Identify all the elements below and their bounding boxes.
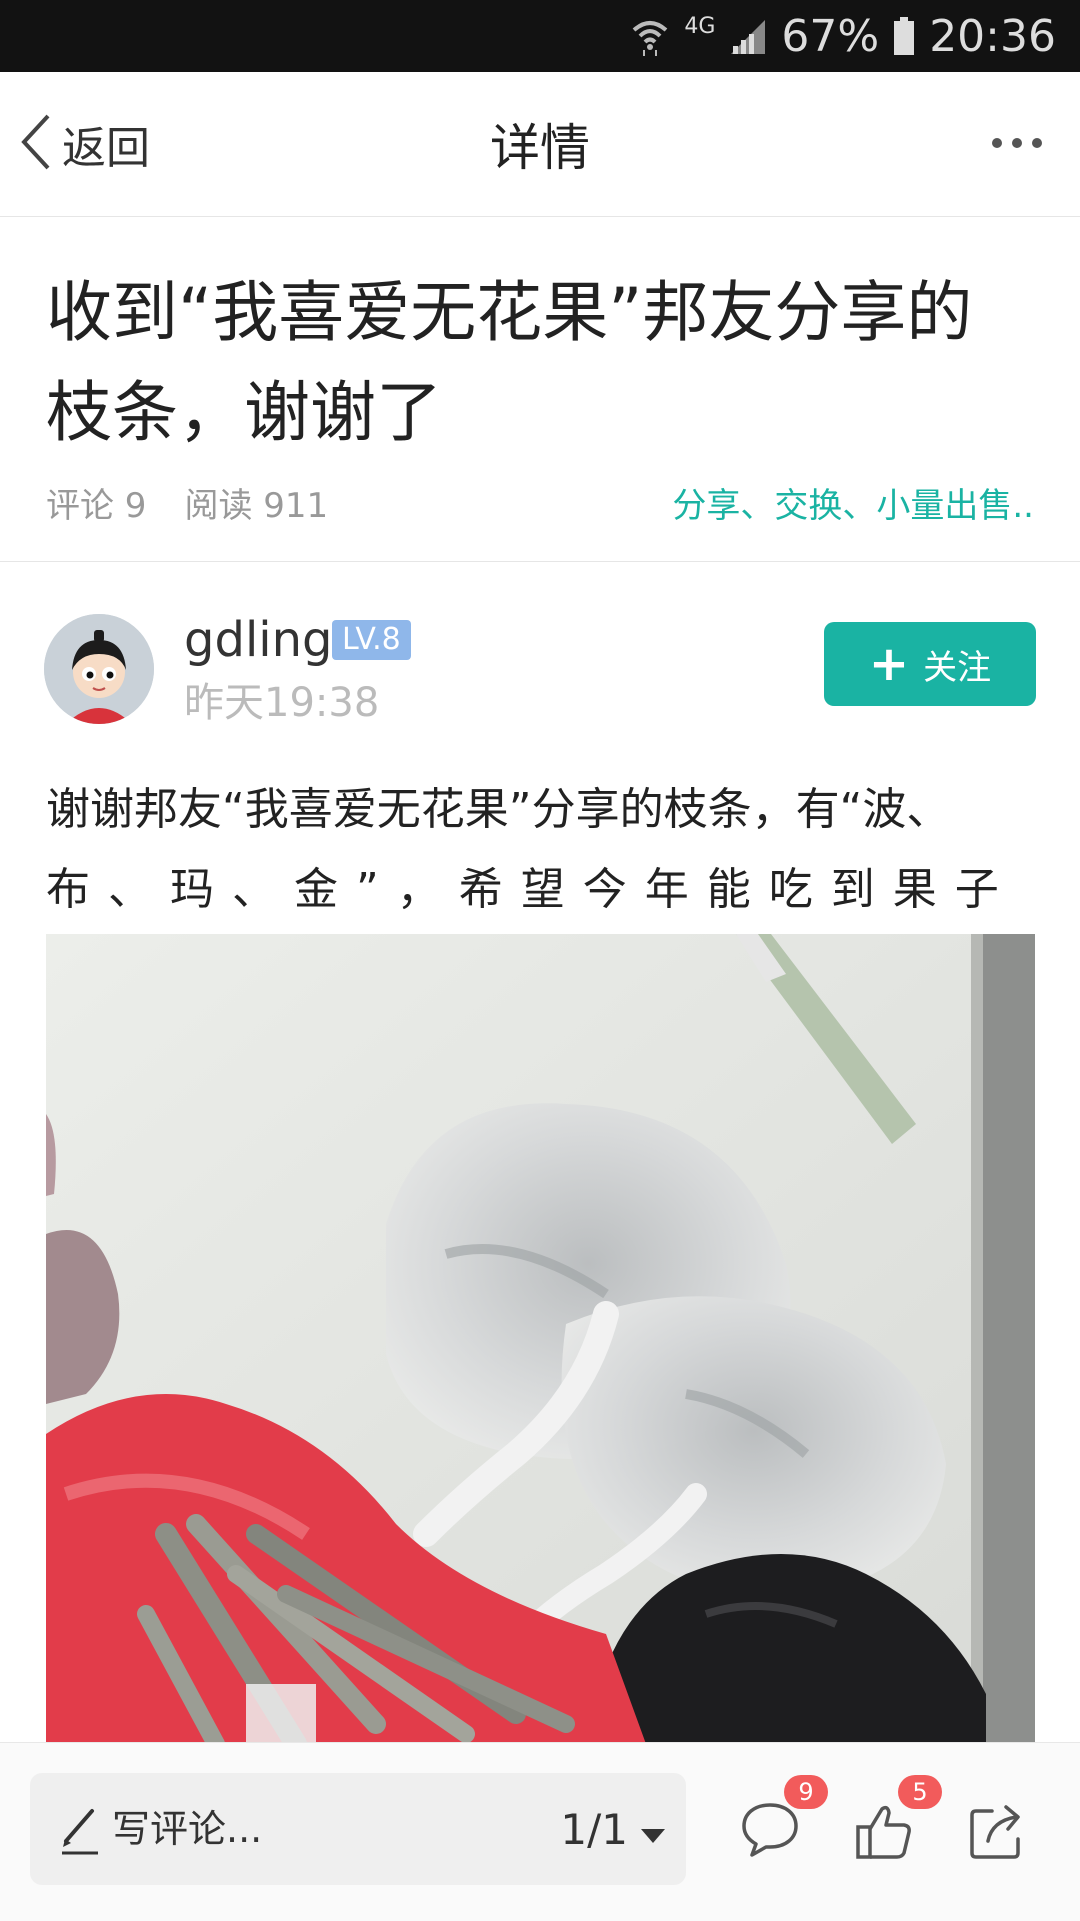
- avatar[interactable]: [44, 614, 154, 724]
- category-tags[interactable]: 分享、交换、小量出售..: [672, 479, 1034, 526]
- like-button[interactable]: 5: [854, 1775, 942, 1865]
- comment-count-badge: 9: [784, 1775, 828, 1809]
- network-type: 4G: [684, 14, 716, 39]
- plus-icon: +: [868, 636, 910, 692]
- page-title: 详情: [490, 119, 590, 177]
- back-button[interactable]: 返回: [18, 72, 150, 216]
- comments-button[interactable]: 9: [740, 1775, 828, 1863]
- comment-input[interactable]: 写评论... 1/1: [30, 1773, 686, 1885]
- signal-icon: [729, 18, 767, 54]
- status-icons: 4G 67% 20:36: [630, 0, 1056, 72]
- wifi-icon: [630, 16, 670, 56]
- more-dots-icon: [990, 135, 1044, 154]
- post-title: 收到“我喜爱无花果”邦友分享的枝条，谢谢了: [46, 274, 973, 451]
- post-time: 昨天19:38: [184, 680, 380, 726]
- share-icon: [968, 1805, 1028, 1865]
- battery-icon: [893, 17, 915, 55]
- level-badge: LV.8: [332, 620, 411, 660]
- author-row: gdling LV.8 昨天19:38 + 关注: [0, 562, 1080, 742]
- back-label: 返回: [62, 123, 150, 174]
- chevron-left-icon: [18, 112, 54, 176]
- post-stats: 评论 9 阅读 911: [46, 479, 329, 526]
- author-name[interactable]: gdling: [184, 612, 333, 668]
- more-button[interactable]: [990, 72, 1044, 216]
- caret-down-icon: [640, 1805, 666, 1854]
- comment-placeholder: 写评论...: [112, 1807, 263, 1851]
- read-stat: 阅读 911: [184, 485, 329, 526]
- clock: 20:36: [929, 10, 1056, 62]
- like-count-badge: 5: [898, 1775, 942, 1809]
- follow-button[interactable]: + 关注: [824, 622, 1036, 706]
- follow-label: 关注: [923, 647, 992, 688]
- status-bar: 4G 67% 20:36: [0, 0, 1080, 72]
- speech-bubble-icon: [740, 1803, 800, 1863]
- bottom-bar: 写评论... 1/1 9 5: [0, 1742, 1080, 1921]
- nav-bar: 返回 详情: [0, 72, 1080, 217]
- battery-percent: 67%: [781, 10, 880, 62]
- post-body: 谢谢邦友“我喜爱无花果”分享的枝条，有“波、 布、玛、金”，希望今年能吃到果子: [46, 770, 1036, 930]
- page-indicator: 1/1: [560, 1804, 628, 1854]
- thumbs-up-icon: [854, 1805, 914, 1865]
- post-photo[interactable]: [46, 934, 1035, 1744]
- share-button[interactable]: [968, 1801, 1028, 1865]
- comment-stat: 评论 9: [46, 485, 147, 526]
- page-selector[interactable]: 1/1: [560, 1773, 666, 1885]
- pen-icon: [60, 1803, 100, 1859]
- body-line: 布、玛、金”，希望今年能吃到果子: [46, 864, 1017, 915]
- body-line: 谢谢邦友“我喜爱无花果”分享的枝条，有“波、: [46, 784, 951, 835]
- post-header: 收到“我喜爱无花果”邦友分享的枝条，谢谢了 评论 9 阅读 911 分享、交换、…: [0, 217, 1080, 562]
